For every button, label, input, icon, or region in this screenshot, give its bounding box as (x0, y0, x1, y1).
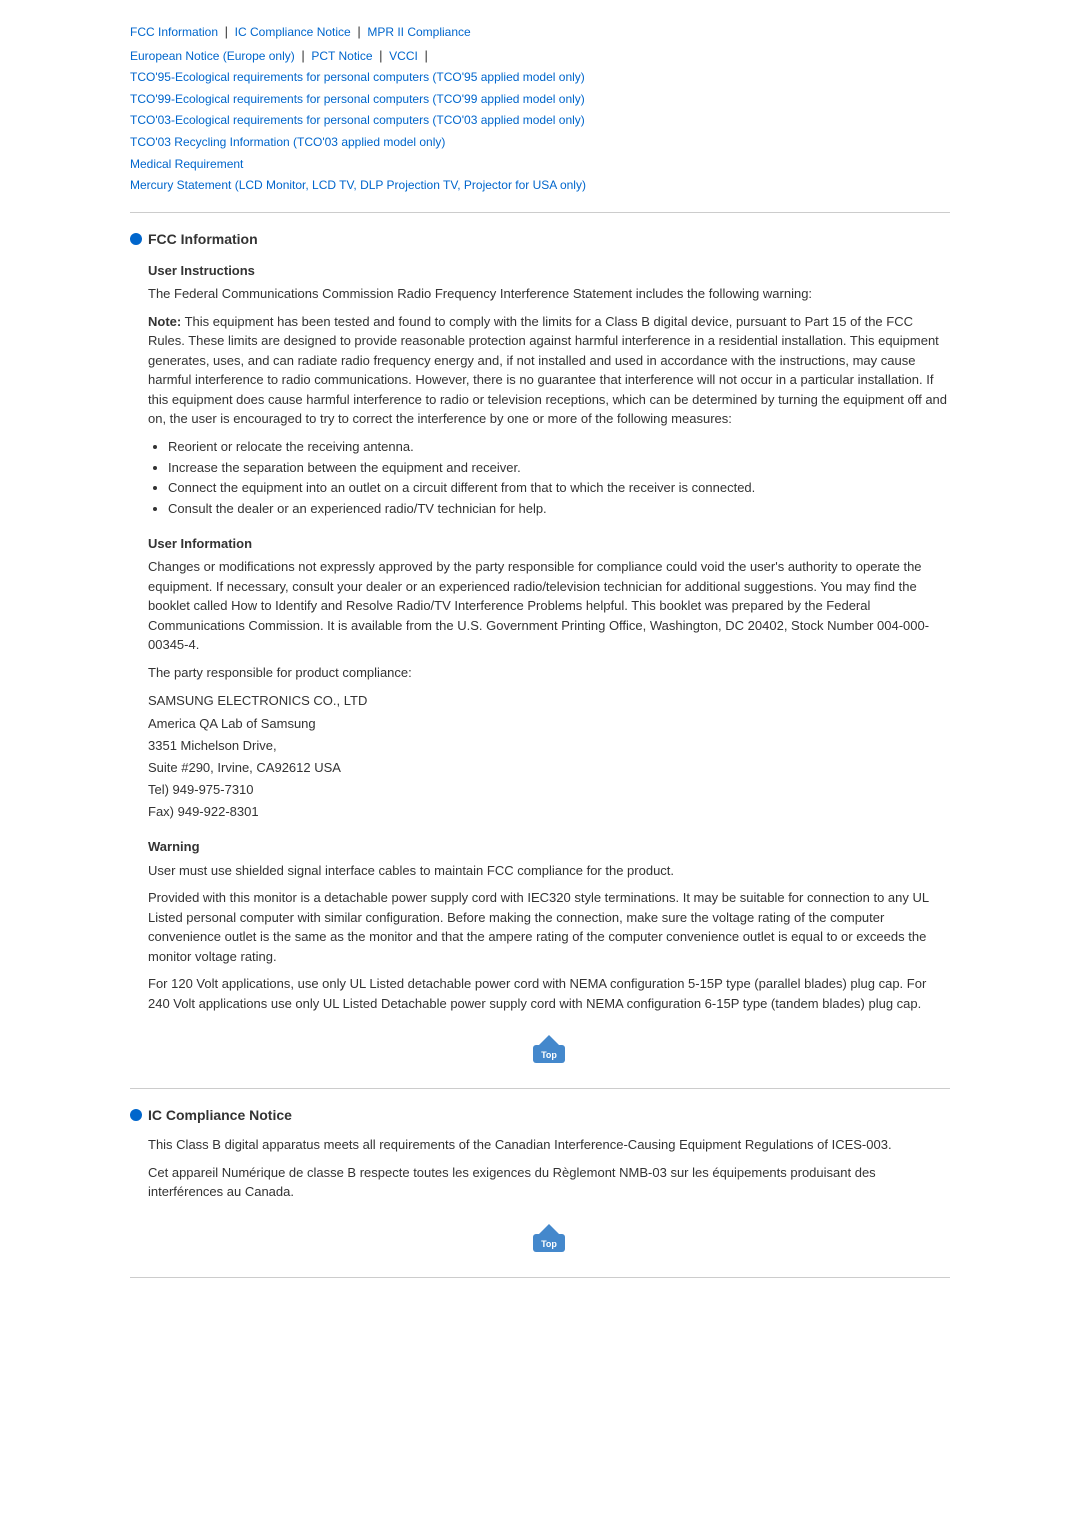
nav-mercury[interactable]: Mercury Statement (LCD Monitor, LCD TV, … (130, 175, 950, 197)
ic-para2: Cet appareil Numérique de classe B respe… (148, 1163, 950, 1202)
note-label: Note: (148, 314, 181, 329)
fcc-section-header: FCC Information (130, 231, 950, 247)
address-line: America QA Lab of Samsung (148, 713, 950, 735)
user-information-block: User Information Changes or modification… (148, 534, 950, 823)
svg-text:Top: Top (541, 1050, 557, 1060)
nav-tco03[interactable]: TCO'03-Ecological requirements for perso… (130, 110, 950, 132)
nav-link-fcc[interactable]: FCC Information (130, 25, 218, 39)
fcc-ic-divider (130, 1088, 950, 1089)
user-information-para2: The party responsible for product compli… (148, 663, 950, 683)
nav-medical[interactable]: Medical Requirement (130, 154, 950, 176)
address-line: 3351 Michelson Drive, (148, 735, 950, 757)
nav-link-vcci[interactable]: VCCI (389, 49, 418, 63)
fcc-bullet-icon (130, 233, 142, 245)
nav-tco95[interactable]: TCO'95-Ecological requirements for perso… (130, 67, 950, 89)
ic-top-button-container: Top (148, 1220, 950, 1259)
warning-block: Warning User must use shielded signal in… (148, 837, 950, 1013)
fcc-section-title: FCC Information (148, 231, 258, 247)
ic-para1: This Class B digital apparatus meets all… (148, 1135, 950, 1155)
address-block: SAMSUNG ELECTRONICS CO., LTD America QA … (148, 690, 950, 823)
user-instructions-title: User Instructions (148, 261, 950, 281)
bullet-item: Consult the dealer or an experienced rad… (168, 499, 950, 520)
svg-text:Top: Top (541, 1239, 557, 1249)
warning-title: Warning (148, 837, 950, 857)
nav-tco99[interactable]: TCO'99-Ecological requirements for perso… (130, 89, 950, 111)
user-information-para1: Changes or modifications not expressly a… (148, 557, 950, 655)
nav-link-ic[interactable]: IC Compliance Notice (235, 25, 351, 39)
bullet-item: Connect the equipment into an outlet on … (168, 478, 950, 499)
user-instructions-block: User Instructions The Federal Communicat… (148, 261, 950, 520)
ic-section-title: IC Compliance Notice (148, 1107, 292, 1123)
top-icon: Top (525, 1031, 573, 1067)
nav-link-mpr[interactable]: MPR II Compliance (367, 25, 470, 39)
ic-section-header: IC Compliance Notice (130, 1107, 950, 1123)
bottom-divider (130, 1277, 950, 1278)
user-information-title: User Information (148, 534, 950, 554)
user-instructions-para1: The Federal Communications Commission Ra… (148, 284, 950, 304)
top-divider (130, 212, 950, 213)
fcc-section: FCC Information User Instructions The Fe… (130, 231, 950, 1070)
warning-para3: For 120 Volt applications, use only UL L… (148, 974, 950, 1013)
ic-bullet-icon (130, 1109, 142, 1121)
address-line: Fax) 949-922-8301 (148, 801, 950, 823)
warning-para1: User must use shielded signal interface … (148, 861, 950, 881)
note-text: This equipment has been tested and found… (148, 314, 947, 427)
ic-top-button[interactable]: Top (525, 1220, 573, 1259)
fcc-section-body: User Instructions The Federal Communicat… (130, 261, 950, 1070)
user-instructions-note: Note: This equipment has been tested and… (148, 312, 950, 429)
address-line: SAMSUNG ELECTRONICS CO., LTD (148, 690, 950, 712)
nav-link-pct[interactable]: PCT Notice (311, 49, 372, 63)
warning-para2: Provided with this monitor is a detachab… (148, 888, 950, 966)
ic-section-body: This Class B digital apparatus meets all… (130, 1135, 950, 1259)
bullet-item: Reorient or relocate the receiving anten… (168, 437, 950, 458)
address-line: Tel) 949-975-7310 (148, 779, 950, 801)
fcc-bullets: Reorient or relocate the receiving anten… (148, 437, 950, 520)
bullet-item: Increase the separation between the equi… (168, 458, 950, 479)
nav-tco03recycling[interactable]: TCO'03 Recycling Information (TCO'03 app… (130, 132, 950, 154)
fcc-top-button[interactable]: Top (525, 1031, 573, 1070)
nav-link-european[interactable]: European Notice (Europe only) (130, 49, 295, 63)
navigation-links: FCC Information | IC Compliance Notice |… (130, 20, 950, 197)
top-icon-ic: Top (525, 1220, 573, 1256)
ic-section: IC Compliance Notice This Class B digita… (130, 1107, 950, 1259)
address-line: Suite #290, Irvine, CA92612 USA (148, 757, 950, 779)
fcc-top-button-container: Top (148, 1031, 950, 1070)
